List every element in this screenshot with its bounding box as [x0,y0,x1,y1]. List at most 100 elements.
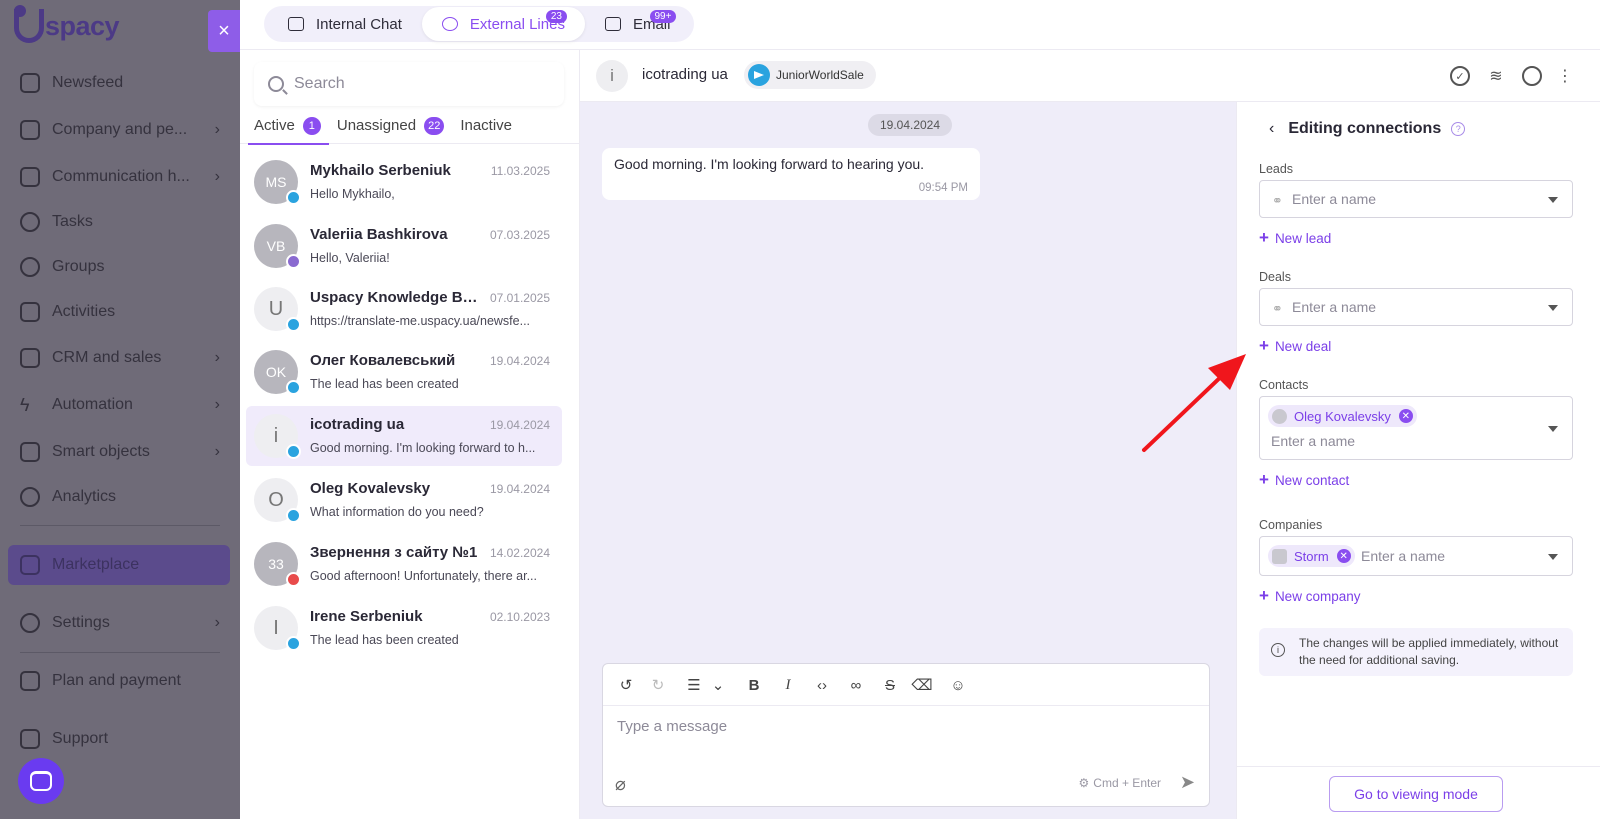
paperclip-icon[interactable]: ⌀ [615,774,626,795]
tab-external-lines[interactable]: External Lines 23 [421,7,585,41]
chat-name: icotrading ua [310,416,405,433]
align-icon[interactable]: ☰ [683,674,705,696]
strikethrough-icon[interactable]: S [879,674,901,696]
info-icon: i [1271,643,1285,657]
chevron-down-icon[interactable]: ⌄ [707,674,729,696]
chat-list-item[interactable]: 33 Звернення з сайту №1 14.02.2024 Good … [246,534,562,594]
nav-item-marketplace[interactable]: Marketplace [8,545,230,585]
panel-footer: Go to viewing mode [1237,766,1600,819]
formatting-toolbar: ↺ ↻ ☰ ⌄ B I ‹› ∞ S ⌫ ☺ [603,664,1209,706]
check-circle-icon[interactable]: ✓ [1450,66,1470,86]
chat-icon [288,17,304,31]
link-icon[interactable]: ∞ [845,674,867,696]
chat-name: Звернення з сайту №1 [310,544,478,561]
panel-title: ‹ Editing connections? [1269,120,1466,138]
chat-list-item[interactable]: OK Олег Ковалевський 19.04.2024 The lead… [246,342,562,402]
search-icon[interactable] [1522,66,1542,86]
nav-item-tasks[interactable]: Tasks [20,207,220,237]
bold-icon[interactable]: B [743,674,765,696]
deals-input[interactable] [1292,299,1532,315]
dropdown-arrow-icon[interactable] [1548,426,1558,432]
chevron-left-icon[interactable]: ‹ [1269,120,1274,138]
help-icon[interactable]: ? [1451,122,1466,136]
nav-item-activities[interactable]: Activities [20,297,220,327]
message-input[interactable] [617,718,1197,758]
nav-item-settings[interactable]: Settings › [20,608,220,638]
avatar: I [254,606,301,651]
chat-date: 11.03.2025 [490,164,550,178]
remove-tag-icon[interactable]: ✕ [1336,549,1351,563]
deals-select[interactable]: ⚭ [1259,288,1573,326]
chat-name: Irene Serbeniuk [310,608,423,625]
dropdown-arrow-icon[interactable] [1548,197,1558,203]
leads-input[interactable] [1292,191,1532,207]
nav-item-communication[interactable]: Communication h... › [20,162,220,192]
remove-tag-icon[interactable]: ✕ [1398,409,1413,423]
channel-chip[interactable]: JuniorWorldSale [744,61,876,89]
go-to-viewing-mode-button[interactable]: Go to viewing mode [1329,776,1503,812]
viber-icon [286,254,301,269]
new-lead-button[interactable]: + New lead [1259,228,1331,248]
chevron-right-icon: › [214,168,220,185]
chat-date: 07.03.2025 [489,228,550,242]
calendar-icon [20,302,40,322]
contacts-input[interactable] [1271,433,1511,449]
new-contact-button[interactable]: + New contact [1259,470,1349,490]
emoji-icon[interactable]: ☺ [947,674,969,696]
chat-list-item[interactable]: O Oleg Kovalevsky 19.04.2024 What inform… [246,470,562,530]
chat-list-item[interactable]: VB Valeriia Bashkirova 07.03.2025 Hello,… [246,216,562,276]
redo-icon[interactable]: ↻ [647,674,669,696]
chat-list-item-selected[interactable]: i icotrading ua 19.04.2024 Good morning.… [246,406,562,466]
building-icon [1272,548,1287,564]
nav-item-groups[interactable]: Groups [20,252,220,282]
nav-item-smart-objects[interactable]: Smart objects › [20,437,220,467]
deals-label: Deals [1259,270,1291,284]
clear-format-icon[interactable]: ⌫ [911,674,933,696]
nav-item-newsfeed[interactable]: Newsfeed [20,68,220,98]
plus-icon: + [1259,470,1269,489]
search-box [254,62,564,106]
chat-list-item[interactable]: I Irene Serbeniuk 02.10.2023 The lead ha… [246,598,562,658]
send-icon[interactable]: ➤ [1180,772,1195,793]
companies-input[interactable] [1361,548,1531,564]
more-vertical-icon[interactable]: ⋮ [1555,66,1575,86]
dropdown-arrow-icon[interactable] [1548,305,1558,311]
chat-filter-tabs: Active 1 Unassigned 22 Inactive [240,108,580,145]
search-icon [268,76,284,92]
contacts-select[interactable]: Oleg Kovalevsky ✕ [1259,396,1573,460]
chat-preview: Good morning. I'm looking forward to h..… [310,441,536,455]
undo-icon[interactable]: ↺ [615,674,637,696]
leads-select[interactable]: ⚭ [1259,180,1573,218]
chat-list-item[interactable]: MS Mykhailo Serbeniuk 11.03.2025 Hello M… [246,152,562,212]
chat-date: 07.01.2025 [489,291,550,305]
new-company-button[interactable]: + New company [1259,586,1360,606]
search-input[interactable] [294,75,544,93]
filter-active[interactable]: Active 1 [248,108,329,145]
nav-item-crm[interactable]: CRM and sales › [20,343,220,373]
nav-divider [20,652,220,653]
close-navigation-button[interactable]: × [208,10,240,52]
filter-unassigned[interactable]: Unassigned 22 [337,108,445,144]
top-bar: Internal Chat External Lines 23 Email 99+ [240,0,1600,50]
tab-email[interactable]: Email 99+ [585,7,691,41]
filter-inactive[interactable]: Inactive [460,108,512,144]
chat-list-item[interactable]: U Uspacy Knowledge Ba... 07.01.2025 http… [246,279,562,339]
send-shortcut-hint[interactable]: ⚙ Cmd + Enter [1079,776,1161,790]
companies-select[interactable]: Storm ✕ [1259,536,1573,576]
live-chat-button[interactable] [18,758,64,804]
nav-item-plan[interactable]: Plan and payment [20,666,220,696]
nav-item-company[interactable]: Company and pe... › [20,115,220,145]
layers-icon[interactable]: ≋ [1486,66,1506,86]
avatar: i [596,60,628,92]
tab-internal-chat[interactable]: Internal Chat [268,7,422,41]
nav-item-support[interactable]: Support [20,724,220,754]
nav-item-analytics[interactable]: Analytics [20,482,220,512]
count-badge: 1 [302,116,321,135]
italic-icon[interactable]: I [777,674,799,696]
new-deal-button[interactable]: + New deal [1259,336,1331,356]
code-icon[interactable]: ‹› [811,674,833,696]
nav-item-automation[interactable]: ϟ Automation › [20,390,220,420]
chat-name: Valeriia Bashkirova [310,226,448,243]
dropdown-arrow-icon[interactable] [1548,554,1558,560]
telegram-icon [286,317,301,332]
